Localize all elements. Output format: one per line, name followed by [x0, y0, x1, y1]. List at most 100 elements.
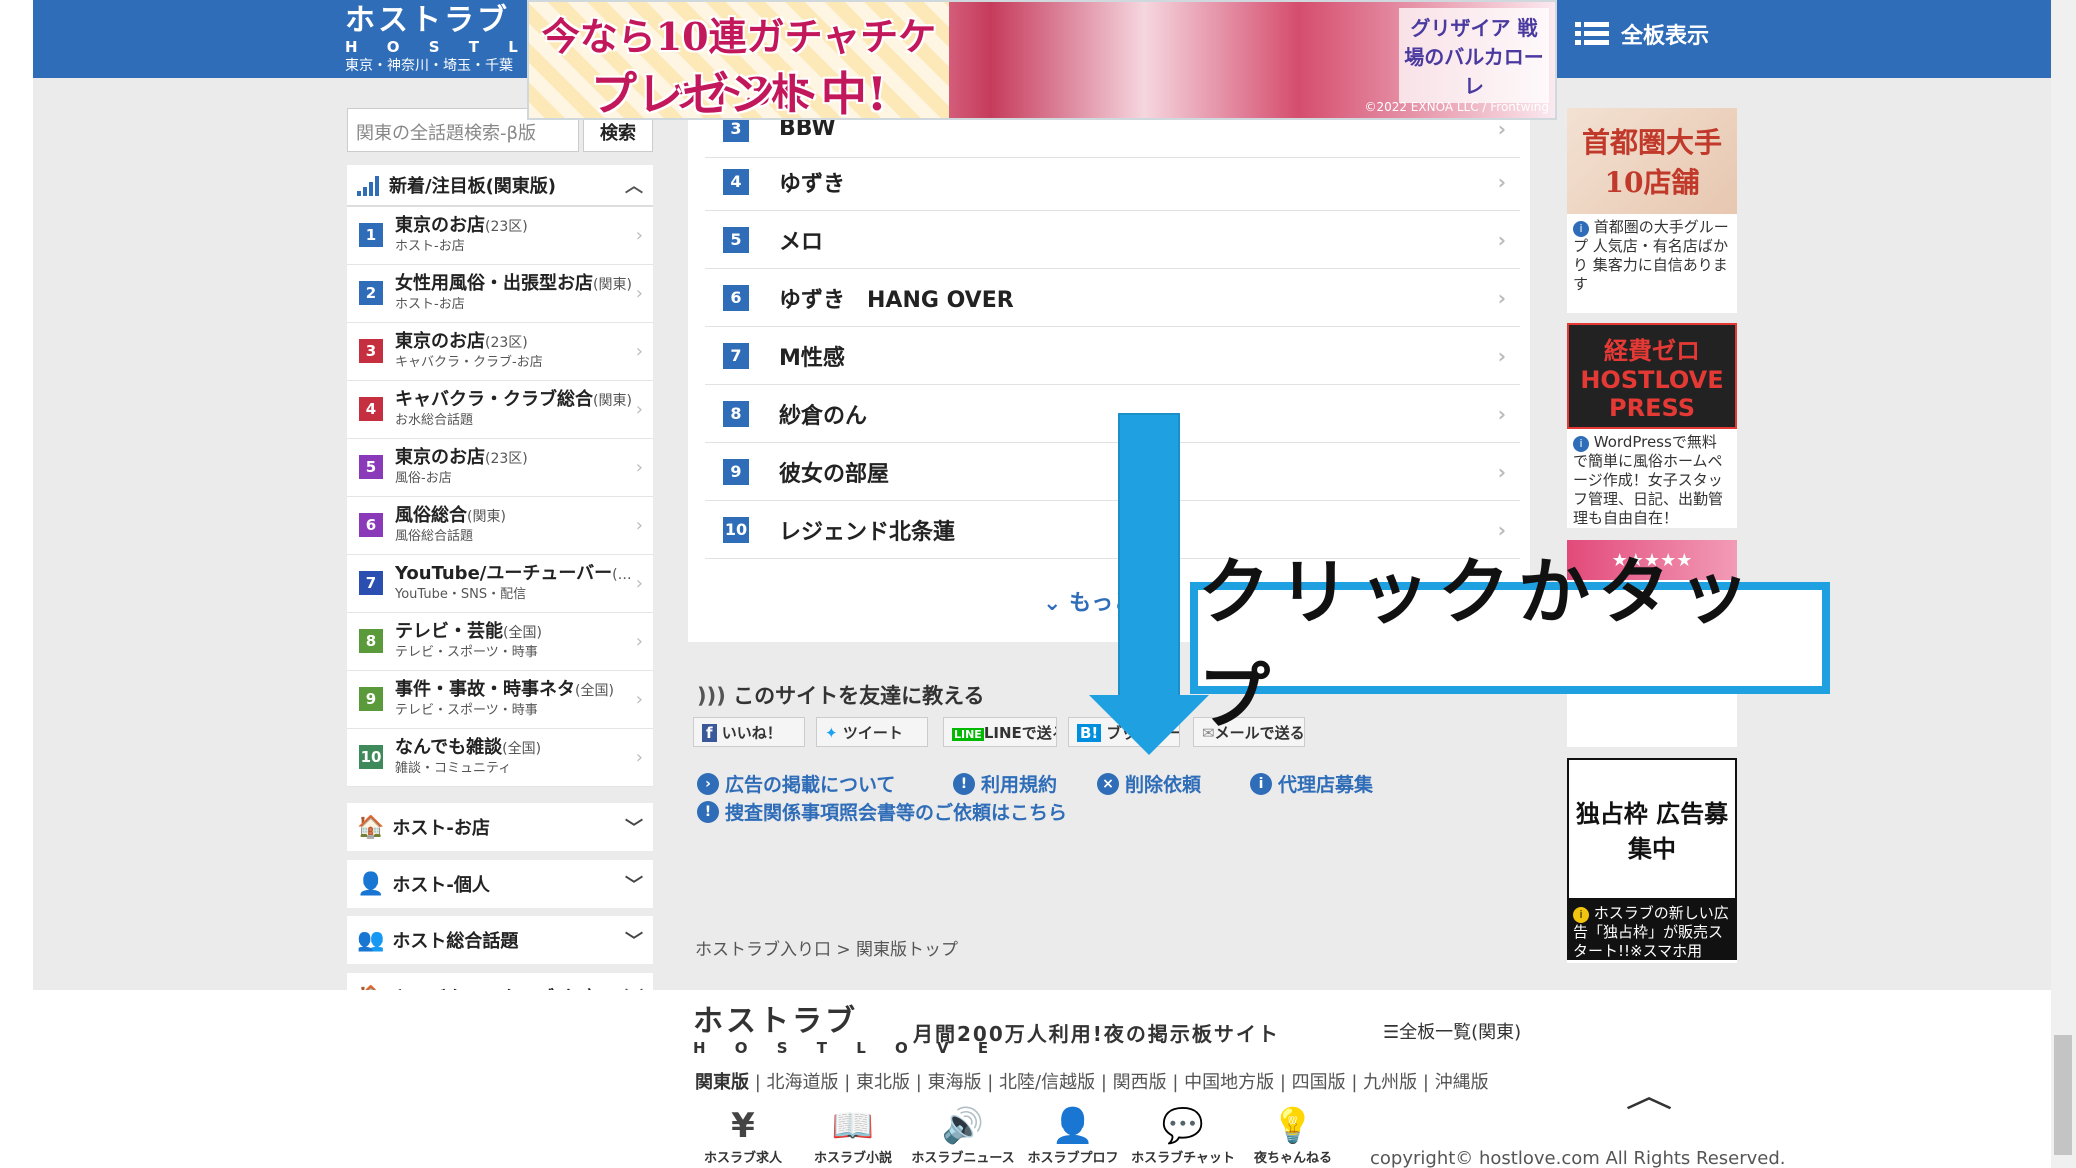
board-region-tag: (23区): [485, 335, 528, 351]
info-icon: i: [1250, 772, 1272, 795]
footer-nav-item[interactable]: 📖 ホスラブ小説: [798, 1105, 908, 1166]
right-ad-1-image: 首都圏大手10店舗: [1567, 108, 1737, 214]
ranking-row[interactable]: 9 彼女の部屋 ›: [705, 443, 1520, 501]
sidebar-board-item[interactable]: 4 キャバクラ・クラブ総合(関東) お水総合話題 ›: [347, 381, 653, 439]
annotation-arrow-head: [1089, 695, 1209, 755]
agency-label: 代理店募集: [1278, 774, 1374, 796]
ranking-row[interactable]: 6 ゆずき HANG OVER ›: [705, 269, 1520, 327]
board-title: YouTube/ユーチューバー(…: [395, 563, 635, 586]
rank-title: レジェンド北条蓮: [779, 519, 956, 545]
ranking-row[interactable]: 8 紗倉のん ›: [705, 385, 1520, 443]
chat-icon: 💬: [1161, 1106, 1205, 1146]
board-title: 風俗総合(関東): [395, 505, 635, 528]
share-twitter-button[interactable]: ✦ ツイート: [816, 717, 928, 747]
sidebar-board-item[interactable]: 6 風俗総合(関東) 風俗総合話題 ›: [347, 497, 653, 555]
board-category: 風俗総合話題: [395, 529, 474, 544]
list-icon: ☰: [1383, 1022, 1400, 1043]
ad-line2: プレゼント中!: [590, 67, 888, 120]
rank-number: 6: [723, 284, 749, 311]
rank-title: 紗倉のん: [779, 403, 868, 429]
share-facebook-button[interactable]: f いいね！: [693, 717, 805, 747]
sidebar-header[interactable]: 新着/注目板(関東版) ︿: [347, 165, 653, 207]
chevron-down-icon[interactable]: ﹀: [625, 871, 643, 897]
rank-number: 9: [723, 458, 749, 485]
region-links[interactable]: 関東版 | 北海道版 | 東北版 | 東海版 | 北陸/信越版 | 関西版 | …: [695, 1068, 1489, 1094]
right-ad-4-text-label: ホスラブの新しい広告「独占枠」が販売スタート!!※スマホ用: [1573, 904, 1729, 960]
all-boards-button[interactable]: 全板表示: [1575, 18, 1709, 50]
ranking-row[interactable]: 7 M性感 ›: [705, 327, 1520, 385]
sidebar-board-item[interactable]: 1 東京のお店(23区) ホスト-お店 ›: [347, 207, 653, 265]
sidebar-new-boards: 新着/注目板(関東版) ︿ 1 東京のお店(23区) ホスト-お店 › 2 女性用風俗・出…: [347, 165, 653, 787]
board-region-tag: (全国): [502, 741, 542, 757]
right-ad-1[interactable]: 首都圏大手10店舗 i 首都圏の大手グループ 人気店・有名店ばかり 集客力に自信…: [1567, 108, 1737, 313]
right-ad-1-text-label: 首都圏の大手グループ 人気店・有名店ばかり 集客力に自信あります: [1573, 218, 1729, 293]
right-ad-4-text: i ホスラブの新しい広告「独占枠」が販売スタート!!※スマホ用: [1567, 900, 1737, 960]
terms-link[interactable]: ! 利用規約: [953, 770, 1057, 797]
rank-title: M性感: [779, 345, 845, 371]
sidebar-board-item[interactable]: 9 事件・事故・時事ネタ(全国) テレビ・スポーツ・時事 ›: [347, 671, 653, 729]
rank-title: 彼女の部屋: [779, 461, 890, 487]
board-category: キャバクラ・クラブ-お店: [395, 355, 543, 370]
region-current[interactable]: 関東版: [695, 1072, 749, 1093]
breadcrumb[interactable]: ホストラブ入り口 > 関東版トップ: [695, 935, 958, 960]
right-ad-1-text: i 首都圏の大手グループ 人気店・有名店ばかり 集客力に自信あります: [1567, 214, 1737, 298]
scrollbar[interactable]: [2051, 0, 2076, 1168]
sidebar-board-item[interactable]: 10 なんでも雑談(全国) 雑談・コミュニティ ›: [347, 729, 653, 787]
sidebar-category[interactable]: 👤 ホスト-個人 ﹀: [347, 860, 653, 908]
scroll-top-icon[interactable]: ︿: [1625, 1068, 1673, 1117]
agency-link[interactable]: i 代理店募集: [1250, 770, 1373, 797]
chevron-down-icon[interactable]: ﹀: [625, 814, 643, 840]
ranking-row[interactable]: 5 メロ ›: [705, 211, 1520, 269]
share-line-button[interactable]: LINELINEで送る: [943, 717, 1057, 747]
footer-nav-item[interactable]: ¥ ホスラブ求人: [688, 1105, 798, 1166]
footer-nav-item[interactable]: 🔊 ホスラブニュース: [908, 1105, 1018, 1166]
sidebar-category[interactable]: 🏠 ホスト-お店 ﹀: [347, 803, 653, 851]
board-rank-number: 4: [359, 397, 383, 421]
chevron-down-icon[interactable]: ﹀: [625, 927, 643, 953]
info-icon: i: [1573, 221, 1589, 237]
chevron-right-icon: ›: [635, 747, 643, 768]
footer-all-boards-link[interactable]: ☰全板一覧(関東): [1383, 1018, 1521, 1044]
board-rank-number: 2: [359, 281, 383, 305]
sidebar-board-item[interactable]: 2 女性用風俗・出張型お店(関東) ホスト-お店 ›: [347, 265, 653, 323]
footer-nav-item[interactable]: 👤 ホスラブプロフ: [1018, 1105, 1128, 1166]
footer-nav-item[interactable]: 💬 ホスラブチャット: [1128, 1105, 1238, 1166]
footer-nav-label: ホスラブチャット: [1131, 1151, 1235, 1166]
category-label: ホスト総合話題: [392, 931, 519, 952]
chevron-right-icon: ›: [635, 631, 643, 652]
ad-banner[interactable]: 今なら10連ガチャチケット3枚 プレゼント中! グリザイア 戦場のバルカローレ …: [527, 0, 1557, 120]
region-list[interactable]: | 北海道版 | 東北版 | 東海版 | 北陸/信越版 | 関西版 | 中国地方…: [755, 1072, 1489, 1093]
board-rank-number: 7: [359, 571, 383, 595]
right-ad-2[interactable]: 経費ゼロ HOSTLOVE PRESS i WordPressで無料で簡単に風俗…: [1567, 323, 1737, 528]
board-title: 東京のお店(23区): [395, 215, 635, 238]
chevron-up-icon[interactable]: ︿: [625, 172, 643, 198]
board-category: 雑談・コミュニティ: [395, 761, 512, 776]
scrollbar-thumb[interactable]: [2054, 1035, 2072, 1155]
sidebar-board-item[interactable]: 7 YouTube/ユーチューバー(… YouTube・SNS・配信 ›: [347, 555, 653, 613]
rss-icon: ))): [697, 684, 734, 708]
investigation-link[interactable]: ! 捜査関係事項照会書等のご依頼はこちら: [697, 798, 1067, 825]
sidebar-category[interactable]: 👥 ホスト総合話題 ﹀: [347, 916, 653, 964]
share-twitter-label: ツイート: [842, 724, 903, 742]
ad-info-link[interactable]: › 広告の掲載について: [697, 770, 895, 797]
sidebar-board-item[interactable]: 5 東京のお店(23区) 風俗-お店 ›: [347, 439, 653, 497]
footer-nav-label: ホスラブプロフ: [1027, 1151, 1119, 1166]
board-category: テレビ・スポーツ・時事: [395, 645, 538, 660]
board-title-label: 東京のお店: [395, 215, 485, 236]
info-icon: i: [1573, 907, 1589, 923]
sidebar-board-item[interactable]: 8 テレビ・芸能(全国) テレビ・スポーツ・時事 ›: [347, 613, 653, 671]
sidebar-board-item[interactable]: 3 東京のお店(23区) キャバクラ・クラブ-お店 ›: [347, 323, 653, 381]
person-icon: 👤: [1051, 1106, 1095, 1146]
footer-nav-item[interactable]: 💡 夜ちゃんねる: [1238, 1105, 1348, 1166]
board-title: 女性用風俗・出張型お店(関東): [395, 273, 635, 296]
ranking-row[interactable]: 4 ゆずき ›: [705, 153, 1520, 211]
delete-request-link[interactable]: × 削除依頼: [1097, 770, 1201, 797]
board-title: キャバクラ・クラブ総合(関東): [395, 389, 635, 412]
board-rank-number: 5: [359, 455, 383, 479]
board-region-tag: (…: [612, 567, 632, 583]
board-region-tag: (関東): [593, 393, 632, 409]
right-ad-4[interactable]: 独占枠 広告募集中 i ホスラブの新しい広告「独占枠」が販売スタート!!※スマホ…: [1567, 758, 1737, 963]
rank-title: ゆずき: [779, 171, 846, 197]
rank-number: 10: [723, 516, 749, 543]
share-line-label: LINEで送る: [983, 724, 1056, 742]
